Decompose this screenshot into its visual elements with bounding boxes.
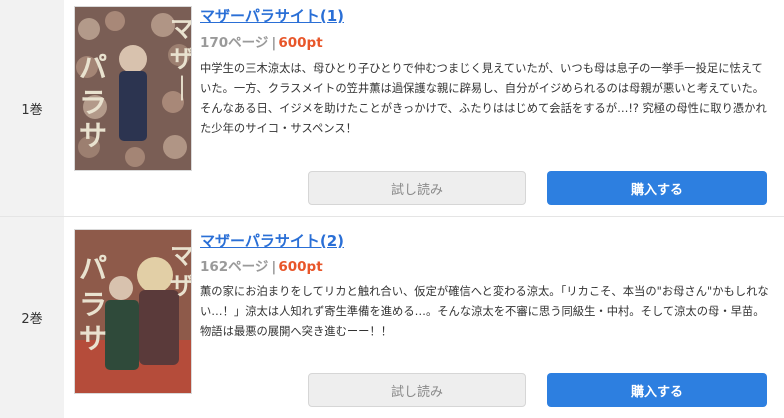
buy-button[interactable]: 購入する — [547, 373, 767, 407]
svg-text:｜: ｜ — [170, 75, 191, 103]
title-link[interactable]: マザーパラサイト(2) — [200, 230, 344, 251]
svg-text:ザ: ザ — [170, 272, 191, 300]
svg-text:ラ: ラ — [79, 288, 107, 321]
svg-text:ラ: ラ — [79, 86, 107, 119]
page-count: 162ページ — [200, 259, 269, 275]
svg-text:サ: サ — [79, 322, 107, 355]
meta-separator: | — [271, 259, 277, 275]
volume-row-1: 1巻 マ ザ ｜ パ ラ サ マザーパラサイト(1) 170ページ|600pt … — [0, 0, 784, 217]
svg-text:パ: パ — [79, 51, 107, 84]
svg-text:マ: マ — [170, 242, 191, 270]
trial-read-button[interactable]: 試し読み — [308, 373, 526, 407]
svg-text:パ: パ — [79, 252, 107, 285]
price: 600pt — [278, 35, 323, 51]
volume-row-2: 2巻 マ ザ パ ラ サ マザーパラサイト(2) 162ページ|600pt 薫の… — [0, 217, 784, 418]
volume-label: 1巻 — [0, 0, 64, 216]
description: 薫の家にお泊まりをしてリカと触れ合い、仮定が確信へと変わる涼太。「リカこそ、本当… — [200, 285, 769, 338]
cover-image[interactable]: マ ザ ｜ パ ラ サ — [74, 6, 192, 171]
meta-separator: | — [271, 35, 277, 51]
page-count: 170ページ — [200, 35, 269, 51]
volume-label: 2巻 — [0, 217, 64, 418]
cover-image[interactable]: マ ザ パ ラ サ — [74, 229, 192, 394]
trial-read-button[interactable]: 試し読み — [308, 171, 526, 205]
meta-info: 162ページ | 600pt — [200, 255, 323, 275]
meta-info: 170ページ | 600pt — [200, 31, 323, 51]
svg-text:サ: サ — [79, 119, 107, 152]
svg-text:ザ: ザ — [170, 45, 191, 73]
price: 600pt — [278, 259, 323, 275]
title-link[interactable]: マザーパラサイト(1) — [200, 5, 344, 26]
description: 中学生の三木涼太は、母ひとり子ひとりで仲むつまじく見えていたが、いつも母は息子の… — [200, 62, 767, 135]
svg-text:マ: マ — [170, 15, 191, 43]
buy-button[interactable]: 購入する — [547, 171, 767, 205]
